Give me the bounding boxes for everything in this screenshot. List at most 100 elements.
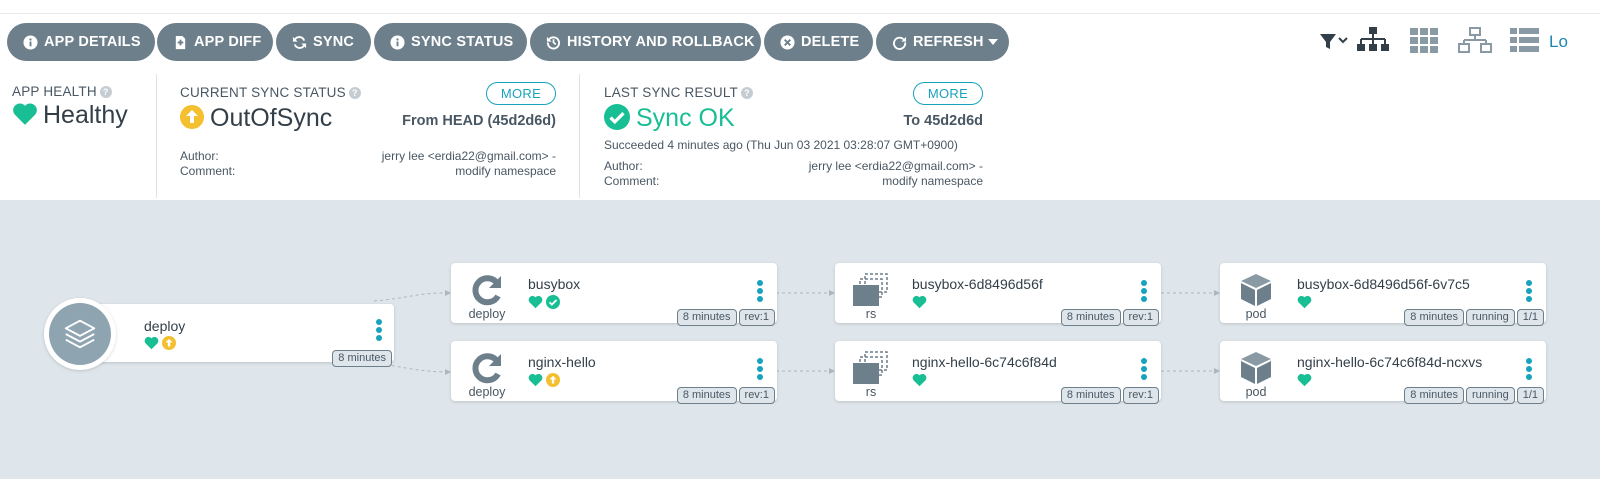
last-sync-more-button[interactable]: MORE (913, 82, 983, 105)
deployment-icon (472, 353, 501, 384)
heart-icon (13, 103, 37, 125)
revision-tag: rev:1 (1122, 309, 1159, 326)
filter-icon[interactable] (1316, 26, 1350, 58)
resource-node-deploy[interactable]: deploy nginx-hello 8 minutes rev:1 (451, 341, 777, 404)
sync-icon (291, 34, 307, 50)
sync-revision: From HEAD (45d2d6d) (402, 113, 556, 129)
revision-tag: rev:1 (1122, 387, 1159, 404)
resource-status (528, 295, 560, 309)
age-tag: 8 minutes (332, 350, 392, 367)
resource-tags: 8 minutes running 1/1 (1404, 387, 1544, 404)
resource-name: nginx-hello-6c74c6f84d (912, 354, 1057, 370)
heart-icon (1297, 373, 1312, 387)
last-sync-comment-value: modify namespace (882, 174, 983, 188)
resource-node-pod[interactable]: pod nginx-hello-6c74c6f84d-ncxvs 8 minut… (1220, 341, 1546, 404)
heart-icon (912, 295, 927, 309)
age-tag: 8 minutes (676, 309, 737, 326)
help-icon[interactable]: ? (741, 87, 753, 99)
kebab-menu-icon[interactable] (755, 358, 765, 384)
times-circle-icon (779, 34, 795, 50)
current-sync-status-heading: CURRENT SYNC STATUS? (180, 85, 361, 100)
last-sync-author-value: jerry lee <erdia22@gmail.com> - (808, 159, 983, 173)
arrow-circle-up-icon (546, 373, 560, 387)
check-circle-icon (604, 104, 630, 130)
resource-kind: deploy (468, 385, 506, 399)
help-icon[interactable]: ? (99, 86, 112, 98)
kebab-menu-icon[interactable] (1139, 280, 1149, 306)
resource-tree-graph: deploy 8 minutes deploy busybox 8 minute… (0, 200, 1600, 479)
resource-name: busybox (528, 276, 581, 292)
resource-tags: 8 minutes rev:1 (1060, 309, 1159, 326)
help-icon[interactable]: ? (348, 87, 361, 99)
pods-grid-icon[interactable] (1408, 26, 1442, 58)
resource-tags: 8 minutes rev:1 (1060, 387, 1159, 404)
app-node-name: deploy (144, 318, 186, 334)
revision-tag: rev:1 (738, 387, 775, 404)
kebab-menu-icon[interactable] (1139, 358, 1149, 384)
app-root-node[interactable]: deploy 8 minutes (44, 298, 394, 370)
last-sync-value: Sync OK (604, 104, 735, 133)
resource-tags: 8 minutes running 1/1 (1404, 309, 1544, 326)
app-health-heading: APP HEALTH? (12, 84, 112, 99)
resource-status (912, 373, 927, 387)
resource-node-deploy[interactable]: deploy busybox 8 minutes rev:1 (451, 263, 777, 326)
resource-status (1297, 295, 1312, 309)
delete-button[interactable]: DELETE (764, 23, 873, 61)
sync-comment-value: modify namespace (455, 164, 556, 178)
last-sync-comment-label: Comment: (604, 174, 660, 188)
kebab-menu-icon[interactable] (755, 280, 765, 306)
delete-label: DELETE (801, 34, 860, 50)
file-diff-icon (172, 34, 188, 50)
sync-status-label: SYNC STATUS (411, 34, 514, 50)
app-node-tags: 8 minutes (332, 350, 392, 367)
resource-tags: 8 minutes rev:1 (676, 387, 775, 404)
app-details-button[interactable]: APP DETAILS (7, 23, 155, 61)
last-sync-author-label: Author: (604, 159, 643, 173)
network-view-icon[interactable] (1458, 26, 1492, 58)
history-rollback-label: HISTORY AND ROLLBACK (567, 34, 755, 50)
resource-kind: pod (1245, 385, 1267, 399)
heart-icon (528, 373, 543, 387)
sync-status-button[interactable]: SYNC STATUS (374, 23, 527, 61)
refresh-button[interactable]: REFRESH (876, 23, 1009, 61)
panel-divider (579, 74, 580, 198)
tree-view-icon[interactable] (1356, 26, 1390, 58)
sync-status-more-button[interactable]: MORE (486, 82, 556, 105)
pod-phase-tag: running (1466, 387, 1515, 404)
replicaset-icon (853, 273, 888, 306)
resource-kind: rs (865, 385, 877, 399)
logs-link-truncated[interactable]: Lo (1549, 32, 1568, 52)
redo-icon (891, 34, 907, 50)
history-rollback-button[interactable]: HISTORY AND ROLLBACK (530, 23, 761, 61)
ready-count-tag: 1/1 (1516, 387, 1544, 404)
resource-node-pod[interactable]: pod busybox-6d8496d56f-6v7c5 8 minutes r… (1220, 263, 1546, 326)
ready-count-tag: 1/1 (1516, 309, 1544, 326)
last-sync-revision: To 45d2d6d (903, 113, 984, 129)
resource-name: nginx-hello-6c74c6f84d-ncxvs (1297, 354, 1483, 370)
sync-comment-label: Comment: (180, 164, 236, 178)
sync-label: SYNC (313, 34, 355, 50)
sync-author-label: Author: (180, 149, 219, 163)
age-tag: 8 minutes (1404, 387, 1464, 404)
resource-name: busybox-6d8496d56f-6v7c5 (1297, 276, 1470, 292)
resource-name: busybox-6d8496d56f (912, 276, 1043, 292)
age-tag: 8 minutes (1404, 309, 1464, 326)
sync-author-value: jerry lee <erdia22@gmail.com> - (381, 149, 556, 163)
heart-icon (528, 295, 543, 309)
app-diff-button[interactable]: APP DIFF (157, 23, 273, 61)
resource-status (528, 373, 560, 387)
resource-node-replicaset[interactable]: rs busybox-6d8496d56f 8 minutes rev:1 (835, 263, 1161, 326)
app-details-label: APP DETAILS (44, 34, 141, 50)
resource-status (1297, 373, 1312, 387)
app-health-value: Healthy (12, 101, 128, 130)
list-view-icon[interactable] (1508, 26, 1542, 58)
resource-kind: pod (1245, 307, 1267, 321)
kebab-menu-icon[interactable] (376, 319, 382, 343)
kebab-menu-icon[interactable] (1524, 358, 1534, 384)
resource-node-replicaset[interactable]: rs nginx-hello-6c74c6f84d 8 minutes rev:… (835, 341, 1161, 404)
kebab-menu-icon[interactable] (1524, 280, 1534, 306)
pod-phase-tag: running (1466, 309, 1515, 326)
history-icon (545, 34, 561, 50)
info-circle-icon (389, 34, 405, 50)
sync-button[interactable]: SYNC (276, 23, 371, 61)
